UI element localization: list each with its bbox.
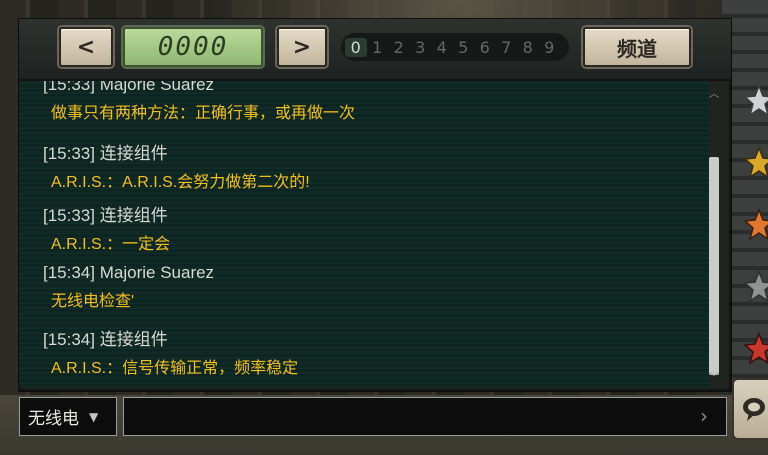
digit-4[interactable]: 4 [431,38,453,57]
message-header: [15:33] 连接组件 [43,139,310,164]
message-time: [15:34] [43,263,95,282]
next-frequency-button[interactable]: > [277,27,327,67]
frequency-display: 0000 [123,27,263,67]
digit-3[interactable]: 3 [410,38,432,57]
message-text: 做事只有两种方法：正确行事，或再做一次 [51,105,356,122]
channel-label: 频道 [617,36,657,61]
digit-8[interactable]: 8 [517,38,539,57]
digit-1[interactable]: 1 [367,38,389,57]
chat-scrollbar-thumb[interactable] [709,157,719,375]
prev-label: < [76,34,96,60]
red-badge-icon[interactable] [744,332,768,366]
frequency-value: 0000 [157,32,229,62]
gear-badge-icon[interactable] [744,146,768,180]
message-sender: 连接组件 [99,144,168,163]
chat-message: [15:33] Majorie Suarez 做事只有两种方法：正确行事，或再做… [43,81,355,123]
message-text: A.R.I.S.：一定会 [51,236,171,253]
channel-mode-value: 无线电 [28,409,79,428]
message-text: A.R.I.S.：信号传输正常，频率稳定 [51,360,299,377]
speech-bubble-icon [743,398,765,421]
prev-frequency-button[interactable]: < [59,27,113,67]
message-sender: Majorie Suarez [99,263,215,282]
message-sender: Majorie Suarez [99,81,215,94]
chevron-right-icon[interactable]: › [700,404,708,428]
message-time: [15:33] [43,81,95,94]
message-sender: 连接组件 [99,330,168,349]
digit-7[interactable]: 7 [496,38,518,57]
digit-2[interactable]: 2 [388,38,410,57]
star-badge-icon[interactable] [744,84,768,118]
message-header: [15:33] Majorie Suarez [43,81,355,95]
scroll-up-icon[interactable]: ︿ [709,85,719,100]
message-sender: 连接组件 [99,206,168,225]
digit-selector: 0 1 2 3 4 5 6 7 8 9 [341,33,569,61]
caret-down-icon: ▼ [89,409,99,424]
message-header: [15:34] 连接组件 [43,325,298,350]
chat-input-field[interactable]: › [123,397,727,436]
message-header: [15:34] Majorie Suarez [43,263,214,283]
digit-9[interactable]: 9 [539,38,561,57]
channel-mode-select[interactable]: 无线电 ▼ [19,397,117,436]
speech-bubble-button[interactable] [732,378,768,440]
chat-message: [15:34] 连接组件 A.R.I.S.：信号传输正常，频率稳定 [43,325,298,378]
next-label: > [292,34,312,60]
digit-6[interactable]: 6 [474,38,496,57]
message-text: A.R.I.S.：A.R.I.S.会努力做第二次的! [51,174,310,191]
orange-badge-icon[interactable] [744,208,768,242]
message-header: [15:33] 连接组件 [43,201,170,226]
scroll-down-icon[interactable]: ﹀ [709,369,719,384]
radio-topbar: < 0000 > 0 1 2 3 4 5 6 7 8 9 频道 [19,19,731,81]
gray-badge-icon[interactable] [744,270,768,304]
digit-0[interactable]: 0 [345,37,367,57]
message-time: [15:34] [43,330,95,349]
radio-panel: < 0000 > 0 1 2 3 4 5 6 7 8 9 频道 [15:33] … [18,18,732,392]
chat-message: [15:33] 连接组件 A.R.I.S.：A.R.I.S.会努力做第二次的! [43,139,310,192]
message-time: [15:33] [43,144,95,163]
message-time: [15:33] [43,206,95,225]
chat-message: [15:33] 连接组件 A.R.I.S.：一定会 [43,201,170,254]
chat-message: [15:34] Majorie Suarez 无线电检查' [43,263,214,311]
digit-5[interactable]: 5 [453,38,475,57]
channel-button[interactable]: 频道 [583,27,691,67]
chat-log[interactable]: [15:33] Majorie Suarez 做事只有两种方法：正确行事，或再做… [19,81,709,387]
message-text: 无线电检查' [51,293,135,310]
